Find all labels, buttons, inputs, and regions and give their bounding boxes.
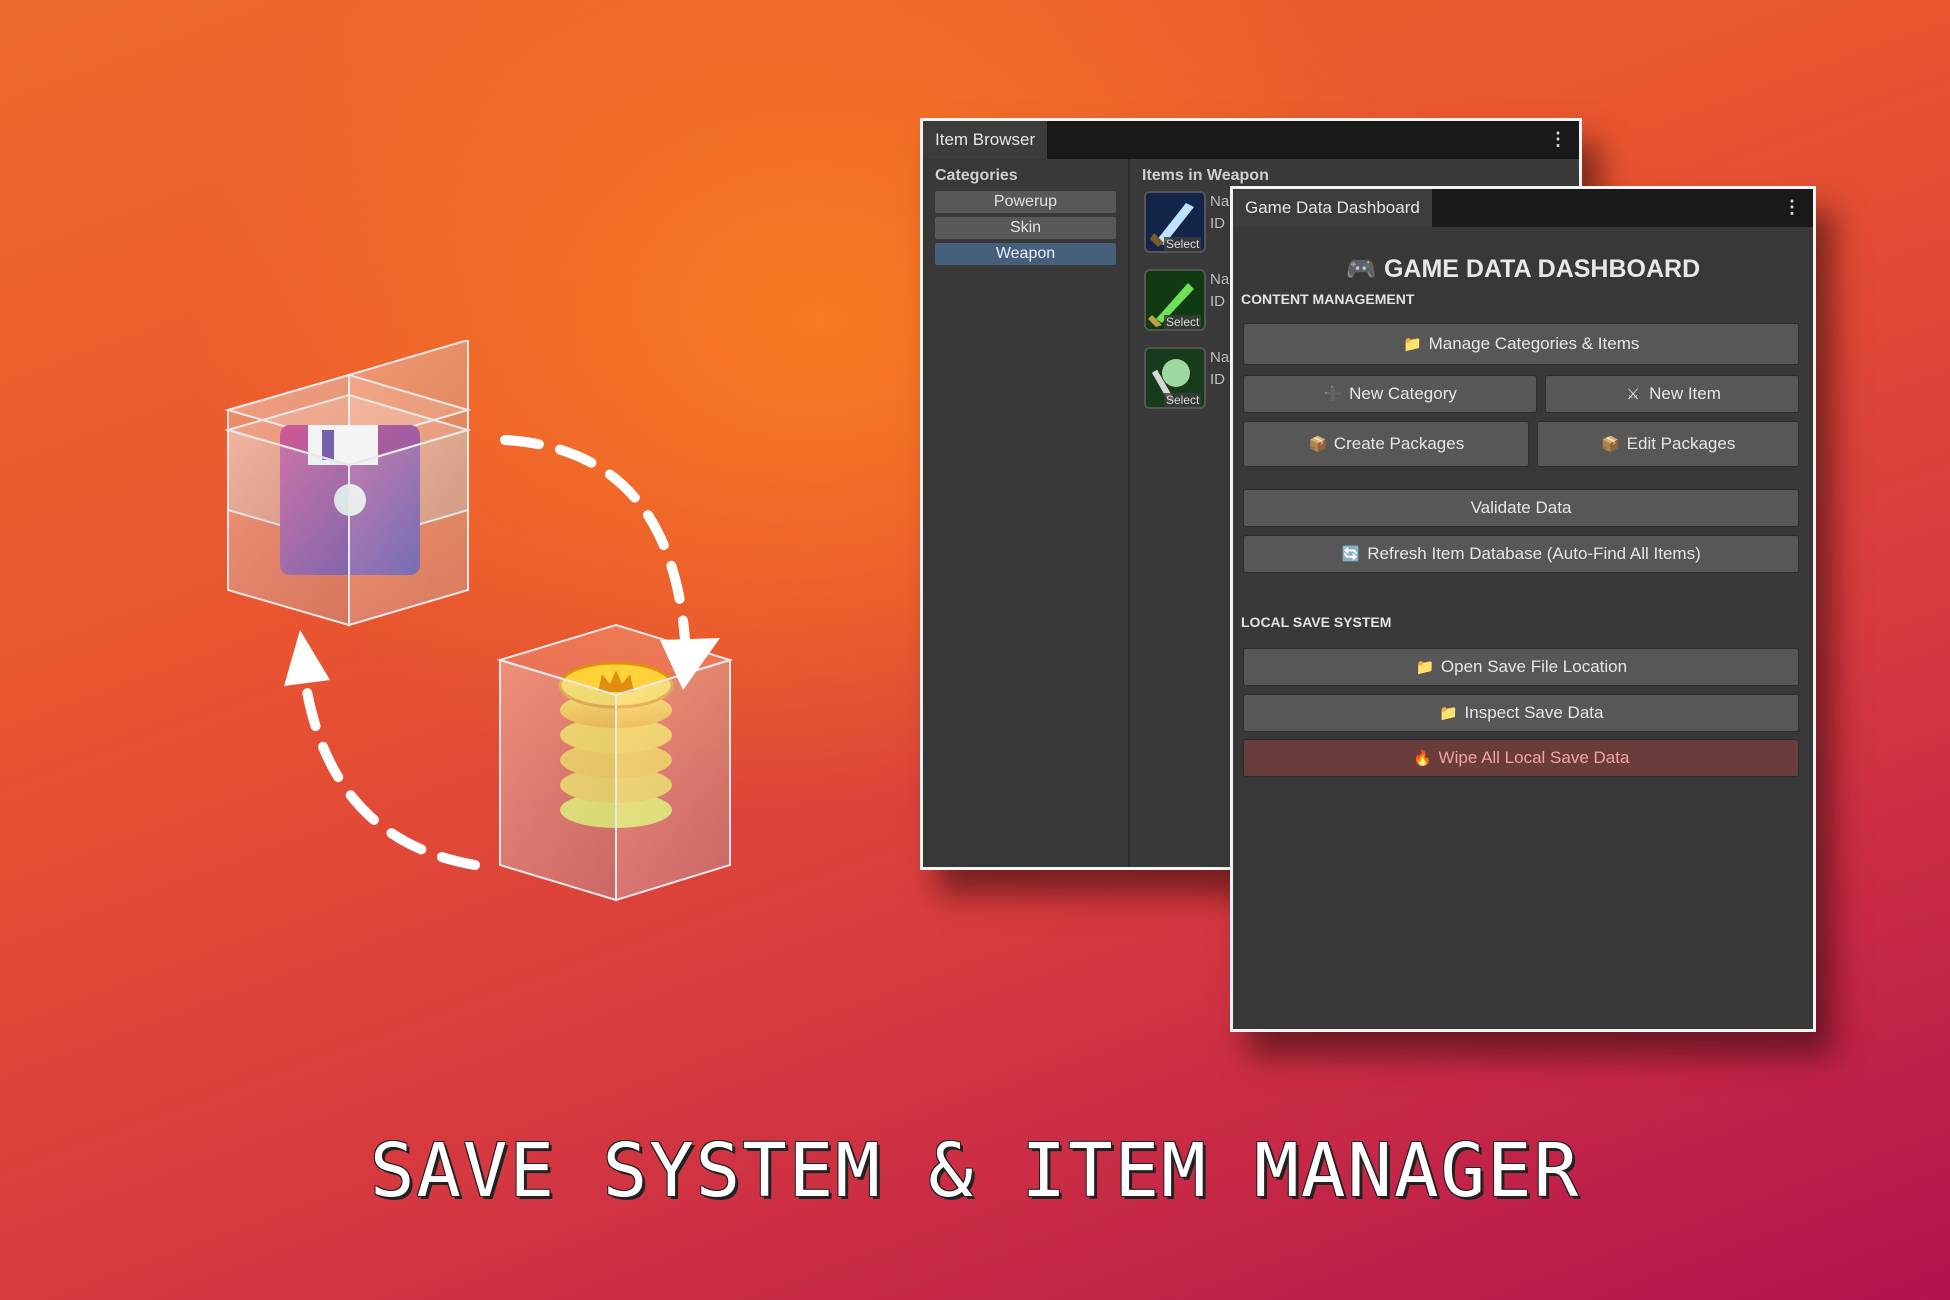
- new-item-button[interactable]: ⚔ New Item: [1545, 375, 1799, 413]
- button-label: Edit Packages: [1626, 434, 1736, 453]
- category-skin-button[interactable]: Skin: [935, 217, 1116, 239]
- item-name-label: Na: [1210, 193, 1230, 210]
- button-label: Manage Categories & Items: [1428, 334, 1640, 353]
- plus-icon: ➕: [1323, 386, 1343, 403]
- hero-illustration: [200, 338, 760, 940]
- categories-heading: Categories: [935, 167, 1018, 184]
- folder-icon: 📁: [1415, 659, 1435, 676]
- manage-categories-items-button[interactable]: 📁 Manage Categories & Items: [1243, 323, 1799, 365]
- item-name-label: Na: [1210, 271, 1230, 288]
- axe-item-icon[interactable]: Select: [1144, 347, 1206, 409]
- categories-panel: Categories Powerup Skin Weapon: [923, 159, 1130, 867]
- new-category-button[interactable]: ➕ New Category: [1243, 375, 1537, 413]
- crossed-swords-icon: ⚔: [1626, 386, 1640, 403]
- floppy-disk-cube-icon: [224, 338, 472, 627]
- folder-icon: 📁: [1439, 705, 1458, 722]
- button-label: New Category: [1349, 384, 1457, 403]
- select-label: Select: [1164, 315, 1202, 329]
- category-weapon-button[interactable]: Weapon: [935, 243, 1116, 265]
- inspect-save-data-button[interactable]: 📁 Inspect Save Data: [1243, 694, 1799, 732]
- package-icon: 📦: [1308, 436, 1328, 453]
- edit-packages-button[interactable]: 📦 Edit Packages: [1537, 421, 1799, 467]
- dashboard-tab[interactable]: Game Data Dashboard: [1233, 189, 1432, 227]
- select-label: Select: [1164, 237, 1202, 251]
- item-browser-tab[interactable]: Item Browser: [923, 121, 1048, 159]
- select-label: Select: [1164, 393, 1202, 407]
- button-label: Wipe All Local Save Data: [1438, 748, 1630, 767]
- category-powerup-button[interactable]: Powerup: [935, 191, 1116, 213]
- item-id-label: ID: [1210, 293, 1225, 310]
- kebab-icon[interactable]: ⋮: [1549, 129, 1567, 150]
- fire-icon: 🔥: [1413, 750, 1432, 767]
- item-id-label: ID: [1210, 215, 1225, 232]
- item-id-label: ID: [1210, 371, 1225, 388]
- dashboard-title: 🎮 GAME DATA DASHBOARD: [1233, 255, 1813, 284]
- refresh-icon: 🔄: [1341, 546, 1361, 563]
- items-heading: Items in Weapon: [1142, 167, 1269, 184]
- button-label: Refresh Item Database (Auto-Find All Ite…: [1367, 544, 1701, 563]
- wipe-local-save-data-button[interactable]: 🔥 Wipe All Local Save Data: [1243, 739, 1799, 777]
- page-title: SAVE SYSTEM & ITEM MANAGER: [369, 1128, 1581, 1214]
- button-label: Validate Data: [1470, 498, 1572, 517]
- open-save-file-location-button[interactable]: 📁 Open Save File Location: [1243, 648, 1799, 686]
- folder-icon: 📁: [1403, 336, 1422, 353]
- green-sword-item-icon[interactable]: Select: [1144, 269, 1206, 331]
- item-name-label: Na: [1210, 349, 1230, 366]
- local-save-system-heading: LOCAL SAVE SYSTEM: [1241, 614, 1392, 630]
- sword-item-icon[interactable]: Select: [1144, 191, 1206, 253]
- content-management-heading: CONTENT MANAGEMENT: [1241, 291, 1415, 307]
- package-icon: 📦: [1601, 436, 1620, 453]
- button-label: Inspect Save Data: [1464, 703, 1604, 722]
- item-browser-tabbar: Item Browser ⋮: [923, 121, 1579, 159]
- button-label: Create Packages: [1333, 434, 1465, 453]
- button-label: Open Save File Location: [1440, 657, 1628, 676]
- validate-data-button[interactable]: Validate Data: [1243, 489, 1799, 527]
- kebab-icon[interactable]: ⋮: [1783, 197, 1801, 218]
- dashboard-title-text: GAME DATA DASHBOARD: [1383, 255, 1701, 283]
- refresh-item-database-button[interactable]: 🔄 Refresh Item Database (Auto-Find All I…: [1243, 535, 1799, 573]
- dashboard-tabbar: Game Data Dashboard ⋮: [1233, 189, 1813, 227]
- gamepad-icon: 🎮: [1345, 255, 1377, 283]
- button-label: New Item: [1649, 384, 1721, 403]
- create-packages-button[interactable]: 📦 Create Packages: [1243, 421, 1529, 467]
- game-data-dashboard-window: Game Data Dashboard ⋮ 🎮 GAME DATA DASHBO…: [1230, 186, 1816, 1032]
